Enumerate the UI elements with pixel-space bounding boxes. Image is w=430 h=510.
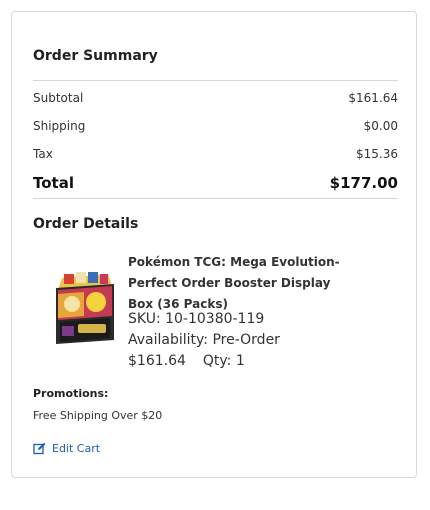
order-details-title: Order Details	[33, 216, 139, 232]
edit-icon	[33, 442, 46, 455]
tax-label: Tax	[33, 147, 53, 161]
subtotal-value: $161.64	[348, 91, 398, 105]
product-qty: Qty: 1	[202, 353, 245, 369]
shipping-row: Shipping $0.00	[33, 116, 398, 136]
total-value: $177.00	[329, 174, 398, 192]
tax-row: Tax $15.36	[33, 144, 398, 164]
product-sku: SKU: 10-10380-119	[128, 311, 265, 327]
shipping-value: $0.00	[363, 119, 398, 133]
product-price: $161.64	[128, 353, 186, 369]
product-image	[50, 264, 120, 348]
order-summary-title: Order Summary	[33, 48, 158, 64]
divider	[33, 80, 398, 81]
order-summary-card: Order Summary Subtotal $161.64 Shipping …	[11, 11, 417, 478]
tax-value: $15.36	[356, 147, 398, 161]
price-qty-line: $161.64 Qty: 1	[128, 353, 245, 369]
subtotal-row: Subtotal $161.64	[33, 88, 398, 108]
total-row: Total $177.00	[33, 172, 398, 194]
booster-box-icon	[56, 272, 114, 344]
subtotal-label: Subtotal	[33, 91, 84, 105]
total-label: Total	[33, 174, 74, 192]
shipping-label: Shipping	[33, 119, 86, 133]
edit-cart-link[interactable]: Edit Cart	[33, 442, 100, 455]
edit-cart-label[interactable]: Edit Cart	[52, 442, 100, 455]
product-availability: Availability: Pre-Order	[128, 332, 280, 348]
promotion-text: Free Shipping Over $20	[33, 409, 163, 422]
promotions-label: Promotions:	[33, 387, 109, 400]
product-name: Pokémon TCG: Mega Evolution-Perfect Orde…	[128, 255, 340, 311]
divider	[33, 198, 398, 199]
